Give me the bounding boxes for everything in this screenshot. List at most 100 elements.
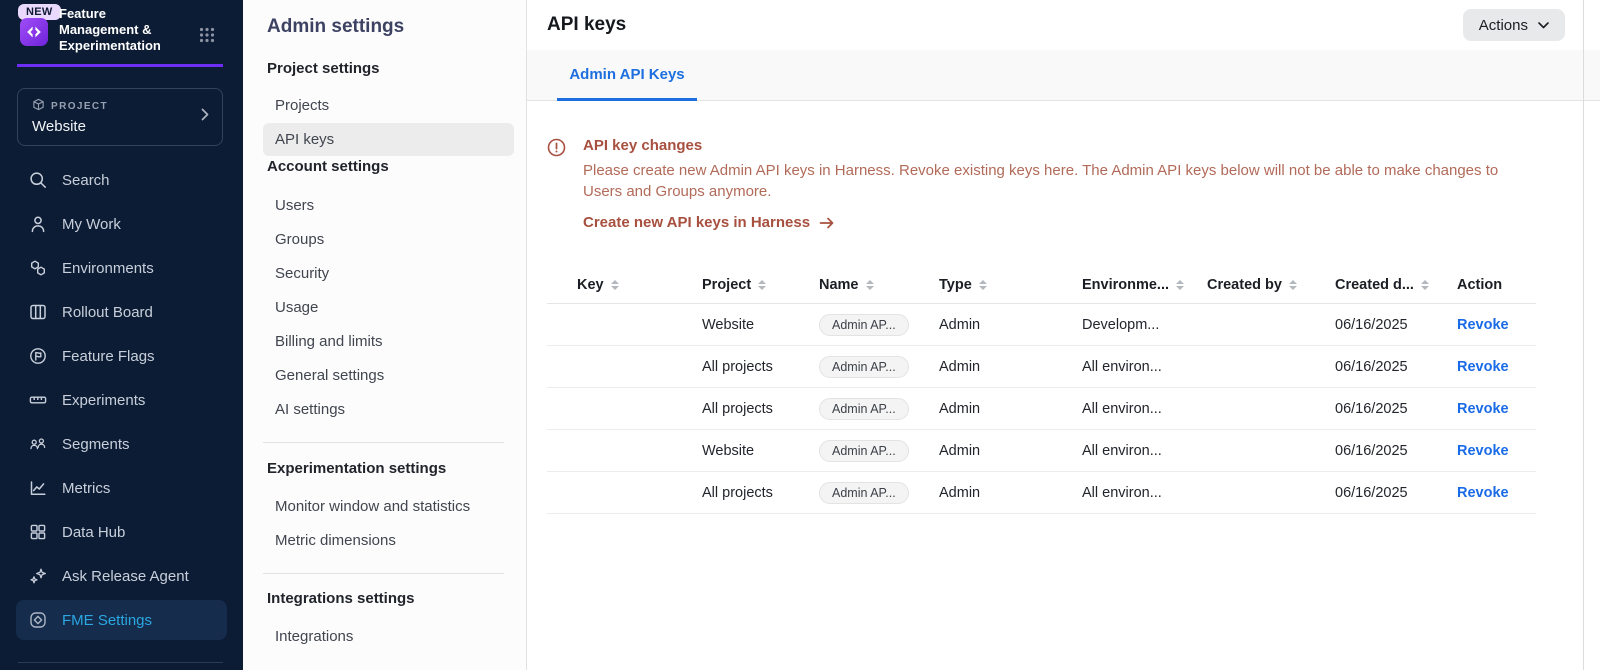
cell-environments: All environ... <box>1082 485 1207 501</box>
settings-item-billing-and-limits[interactable]: Billing and limits <box>263 325 514 358</box>
settings-nav-panel: Admin settings Project settings Projects… <box>243 0 527 670</box>
sort-icon[interactable] <box>1176 280 1184 290</box>
settings-item-api-keys[interactable]: API keys <box>263 123 514 156</box>
table-row: Website Admin AP... Admin All environ...… <box>547 430 1536 472</box>
sidebar-item-feature-flags[interactable]: Feature Flags <box>16 336 227 376</box>
sidebar-item-metrics[interactable]: Metrics <box>16 468 227 508</box>
column-header-environments: Environme... <box>1082 277 1207 293</box>
line-chart-icon <box>28 478 48 498</box>
sort-icon[interactable] <box>758 280 766 290</box>
brand-divider <box>17 64 223 67</box>
sidebar-item-label: Feature Flags <box>62 348 155 365</box>
flag-circle-icon <box>28 346 48 366</box>
tab-admin-api-keys[interactable]: Admin API Keys <box>557 50 697 101</box>
sidebar-item-label: Search <box>62 172 110 189</box>
sidebar-item-experiments[interactable]: Experiments <box>16 380 227 420</box>
section-heading-experimentation-settings: Experimentation settings <box>267 460 514 477</box>
notice-body: Please create new Admin API keys in Harn… <box>583 160 1503 202</box>
sidebar-item-ask-release-agent[interactable]: Ask Release Agent <box>16 556 227 596</box>
settings-item-monitor-window[interactable]: Monitor window and statistics <box>263 490 514 523</box>
table-row: All projects Admin AP... Admin All envir… <box>547 388 1536 430</box>
settings-item-security[interactable]: Security <box>263 257 514 290</box>
key-name-pill: Admin AP... <box>819 398 909 420</box>
sort-icon[interactable] <box>1421 280 1429 290</box>
scrollbar-track[interactable] <box>1583 0 1584 670</box>
table-row: All projects Admin AP... Admin All envir… <box>547 346 1536 388</box>
brand-title: Feature Management & Experimentation <box>59 6 179 54</box>
sidebar-item-data-hub[interactable]: Data Hub <box>16 512 227 552</box>
settings-item-users[interactable]: Users <box>263 189 514 222</box>
table-body: Website Admin AP... Admin Developm... 06… <box>547 304 1536 514</box>
fme-settings-icon <box>28 610 48 630</box>
warning-circle-icon <box>547 138 566 231</box>
sidebar-item-label: Ask Release Agent <box>62 568 189 585</box>
settings-item-groups[interactable]: Groups <box>263 223 514 256</box>
sidebar-item-search[interactable]: Search <box>16 160 227 200</box>
column-header-name: Name <box>819 277 939 293</box>
key-name-pill: Admin AP... <box>819 314 909 336</box>
hexagons-icon <box>28 258 48 278</box>
cell-environments: All environ... <box>1082 359 1207 375</box>
revoke-link[interactable]: Revoke <box>1457 485 1509 501</box>
ruler-icon <box>28 390 48 410</box>
panel-divider <box>263 573 504 574</box>
settings-item-projects[interactable]: Projects <box>263 89 514 122</box>
settings-item-usage[interactable]: Usage <box>263 291 514 324</box>
cell-created-date: 06/16/2025 <box>1335 359 1457 375</box>
revoke-link[interactable]: Revoke <box>1457 317 1509 333</box>
cell-created-date: 06/16/2025 <box>1335 401 1457 417</box>
tab-bar: Admin API Keys <box>527 50 1600 101</box>
settings-nav-title: Admin settings <box>267 16 514 38</box>
grid-squares-icon <box>28 522 48 542</box>
key-name-pill: Admin AP... <box>819 356 909 378</box>
sort-icon[interactable] <box>979 280 987 290</box>
cell-type: Admin <box>939 359 1082 375</box>
fme-logo-icon <box>20 18 48 46</box>
cell-type: Admin <box>939 317 1082 333</box>
table-row: All projects Admin AP... Admin All envir… <box>547 472 1536 514</box>
sidebar-item-environments[interactable]: Environments <box>16 248 227 288</box>
settings-item-metric-dimensions[interactable]: Metric dimensions <box>263 524 514 557</box>
project-selector[interactable]: PROJECT Website <box>17 88 223 146</box>
section-heading-project-settings: Project settings <box>267 60 514 77</box>
page-title: API keys <box>547 14 626 36</box>
column-header-type: Type <box>939 277 1082 293</box>
settings-item-general-settings[interactable]: General settings <box>263 359 514 392</box>
section-heading-integrations-settings: Integrations settings <box>267 590 514 607</box>
cell-created-date: 06/16/2025 <box>1335 485 1457 501</box>
cell-created-date: 06/16/2025 <box>1335 317 1457 333</box>
cell-type: Admin <box>939 443 1082 459</box>
revoke-link[interactable]: Revoke <box>1457 443 1509 459</box>
notice-title: API key changes <box>583 137 1503 154</box>
actions-button[interactable]: Actions <box>1463 9 1565 41</box>
cube-icon <box>32 98 45 114</box>
cell-environments: Developm... <box>1082 317 1207 333</box>
api-keys-table: Key Project Name Type Environme... Creat… <box>547 266 1536 514</box>
cell-type: Admin <box>939 485 1082 501</box>
create-api-keys-link[interactable]: Create new API keys in Harness <box>583 214 1503 231</box>
sidebar-item-my-work[interactable]: My Work <box>16 204 227 244</box>
sidebar-item-rollout-board[interactable]: Rollout Board <box>16 292 227 332</box>
user-icon <box>28 214 48 234</box>
main-header: API keys Actions <box>527 0 1600 50</box>
cell-project: All projects <box>702 359 819 375</box>
sidebar-item-segments[interactable]: Segments <box>16 424 227 464</box>
cell-project: Website <box>702 443 819 459</box>
cell-project: All projects <box>702 485 819 501</box>
settings-item-ai-settings[interactable]: AI settings <box>263 393 514 426</box>
sidebar-item-fme-settings[interactable]: FME Settings <box>16 600 227 640</box>
column-header-created-date: Created d... <box>1335 277 1457 293</box>
settings-item-integrations[interactable]: Integrations <box>263 620 514 653</box>
sidebar-item-label: Data Hub <box>62 524 125 541</box>
sort-icon[interactable] <box>866 280 874 290</box>
sort-icon[interactable] <box>611 280 619 290</box>
revoke-link[interactable]: Revoke <box>1457 401 1509 417</box>
revoke-link[interactable]: Revoke <box>1457 359 1509 375</box>
main-content: API keys Actions Admin API Keys API key … <box>527 0 1600 670</box>
apps-grid-icon[interactable] <box>199 27 215 48</box>
notice-text: API key changes Please create new Admin … <box>583 137 1503 231</box>
sort-icon[interactable] <box>1289 280 1297 290</box>
cell-environments: All environ... <box>1082 443 1207 459</box>
cell-created-date: 06/16/2025 <box>1335 443 1457 459</box>
sidebar-nav: Search My Work Environments Rollout Boar… <box>0 160 243 640</box>
